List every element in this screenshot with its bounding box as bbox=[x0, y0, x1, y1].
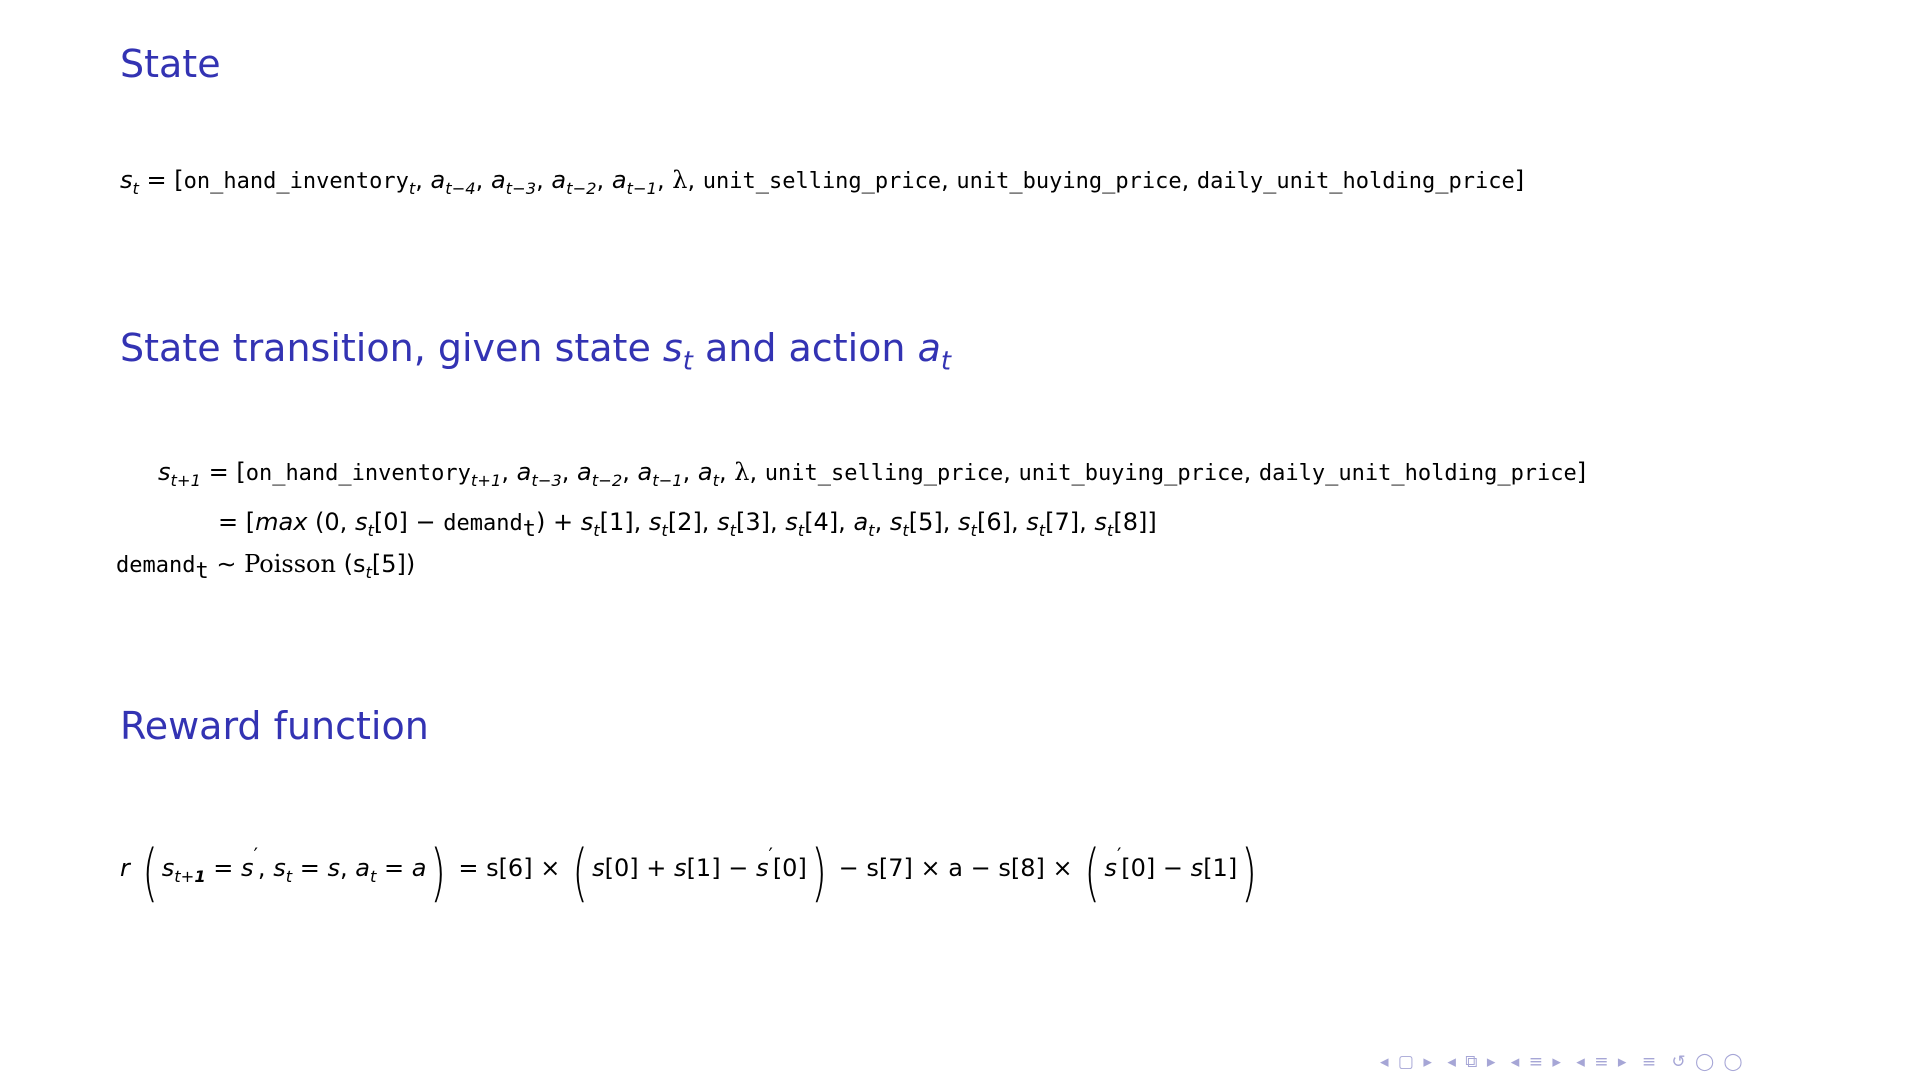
heading-reward-function: Reward function bbox=[120, 704, 429, 748]
nav-subsection-icon[interactable]: ◂ ⧉ ▸ bbox=[1447, 1052, 1497, 1072]
nav-appendix-icon[interactable]: ≡ bbox=[1642, 1052, 1658, 1072]
nav-section-icon[interactable]: ◂ ≡ ▸ bbox=[1511, 1052, 1563, 1072]
nav-document-icon[interactable]: ◂ ≡ ▸ bbox=[1576, 1052, 1628, 1072]
nav-search-icon[interactable]: ↺ ◯ ◯ bbox=[1671, 1052, 1744, 1072]
state-equation: st = [on_hand_inventoryt, at−4, at−3, at… bbox=[120, 166, 1525, 198]
heading-state-transition: State transition, given state st and act… bbox=[120, 326, 952, 377]
transition-equation-line1: st+1 = [on_hand_inventoryt+1, at−3, at−2… bbox=[158, 458, 1587, 490]
nav-frame-icon[interactable]: ◂ ▢ ▸ bbox=[1380, 1052, 1434, 1072]
slide: State st = [on_hand_inventoryt, at−4, at… bbox=[0, 0, 1920, 1080]
beamer-navigation: ◂ ▢ ▸ ◂ ⧉ ▸ ◂ ≡ ▸ ◂ ≡ ▸ ≡ ↺ ◯ ◯ bbox=[1380, 1052, 1751, 1072]
heading-state: State bbox=[120, 42, 221, 86]
demand-distribution: demandt ∼ Poisson (st[5]) bbox=[116, 550, 416, 584]
reward-equation: r (st+1 = s′, st = s, at = a) = s[6] × (… bbox=[120, 836, 1258, 909]
transition-equation-line2: = [max (0, st[0] − demandt) + st[1], st[… bbox=[218, 508, 1157, 542]
